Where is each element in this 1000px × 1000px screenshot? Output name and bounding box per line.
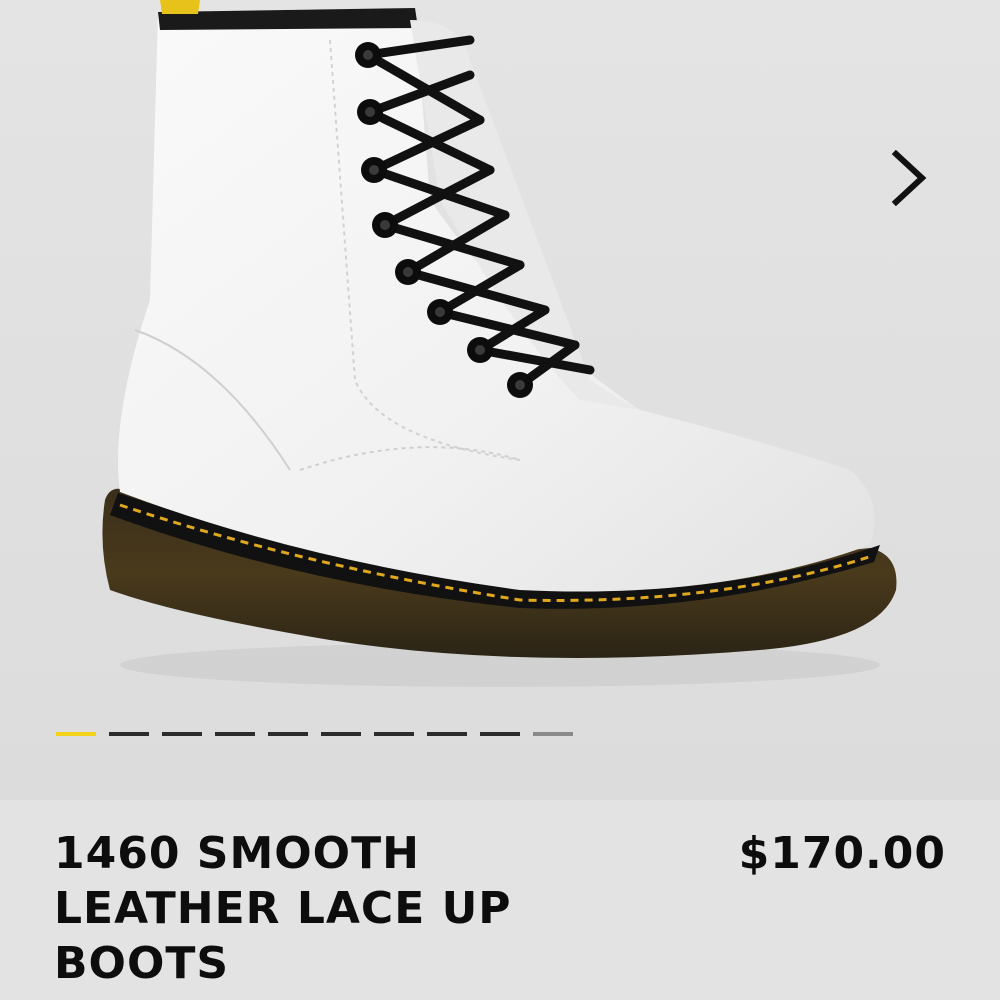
chevron-right-icon	[891, 150, 927, 206]
slide-indicator-active[interactable]	[56, 732, 96, 736]
product-price: $170.00	[738, 828, 946, 879]
slide-indicator-item[interactable]	[109, 732, 149, 736]
slide-indicator-item[interactable]	[480, 732, 520, 736]
slide-indicator-item[interactable]	[321, 732, 361, 736]
next-image-button[interactable]	[888, 150, 964, 226]
slide-indicator-item[interactable]	[162, 732, 202, 736]
slide-indicator-item[interactable]	[374, 732, 414, 736]
product-image-gallery[interactable]	[0, 0, 1000, 800]
slide-indicator-item[interactable]	[215, 732, 255, 736]
slide-indicator-item[interactable]	[533, 732, 573, 736]
slide-indicator	[56, 732, 576, 738]
slide-indicator-item[interactable]	[427, 732, 467, 736]
slide-indicator-item[interactable]	[268, 732, 308, 736]
product-info: 1460 SMOOTH LEATHER LACE UP BOOTS $170.0…	[0, 800, 1000, 1000]
product-title: 1460 SMOOTH LEATHER LACE UP BOOTS	[54, 828, 512, 989]
product-image	[0, 0, 1000, 800]
